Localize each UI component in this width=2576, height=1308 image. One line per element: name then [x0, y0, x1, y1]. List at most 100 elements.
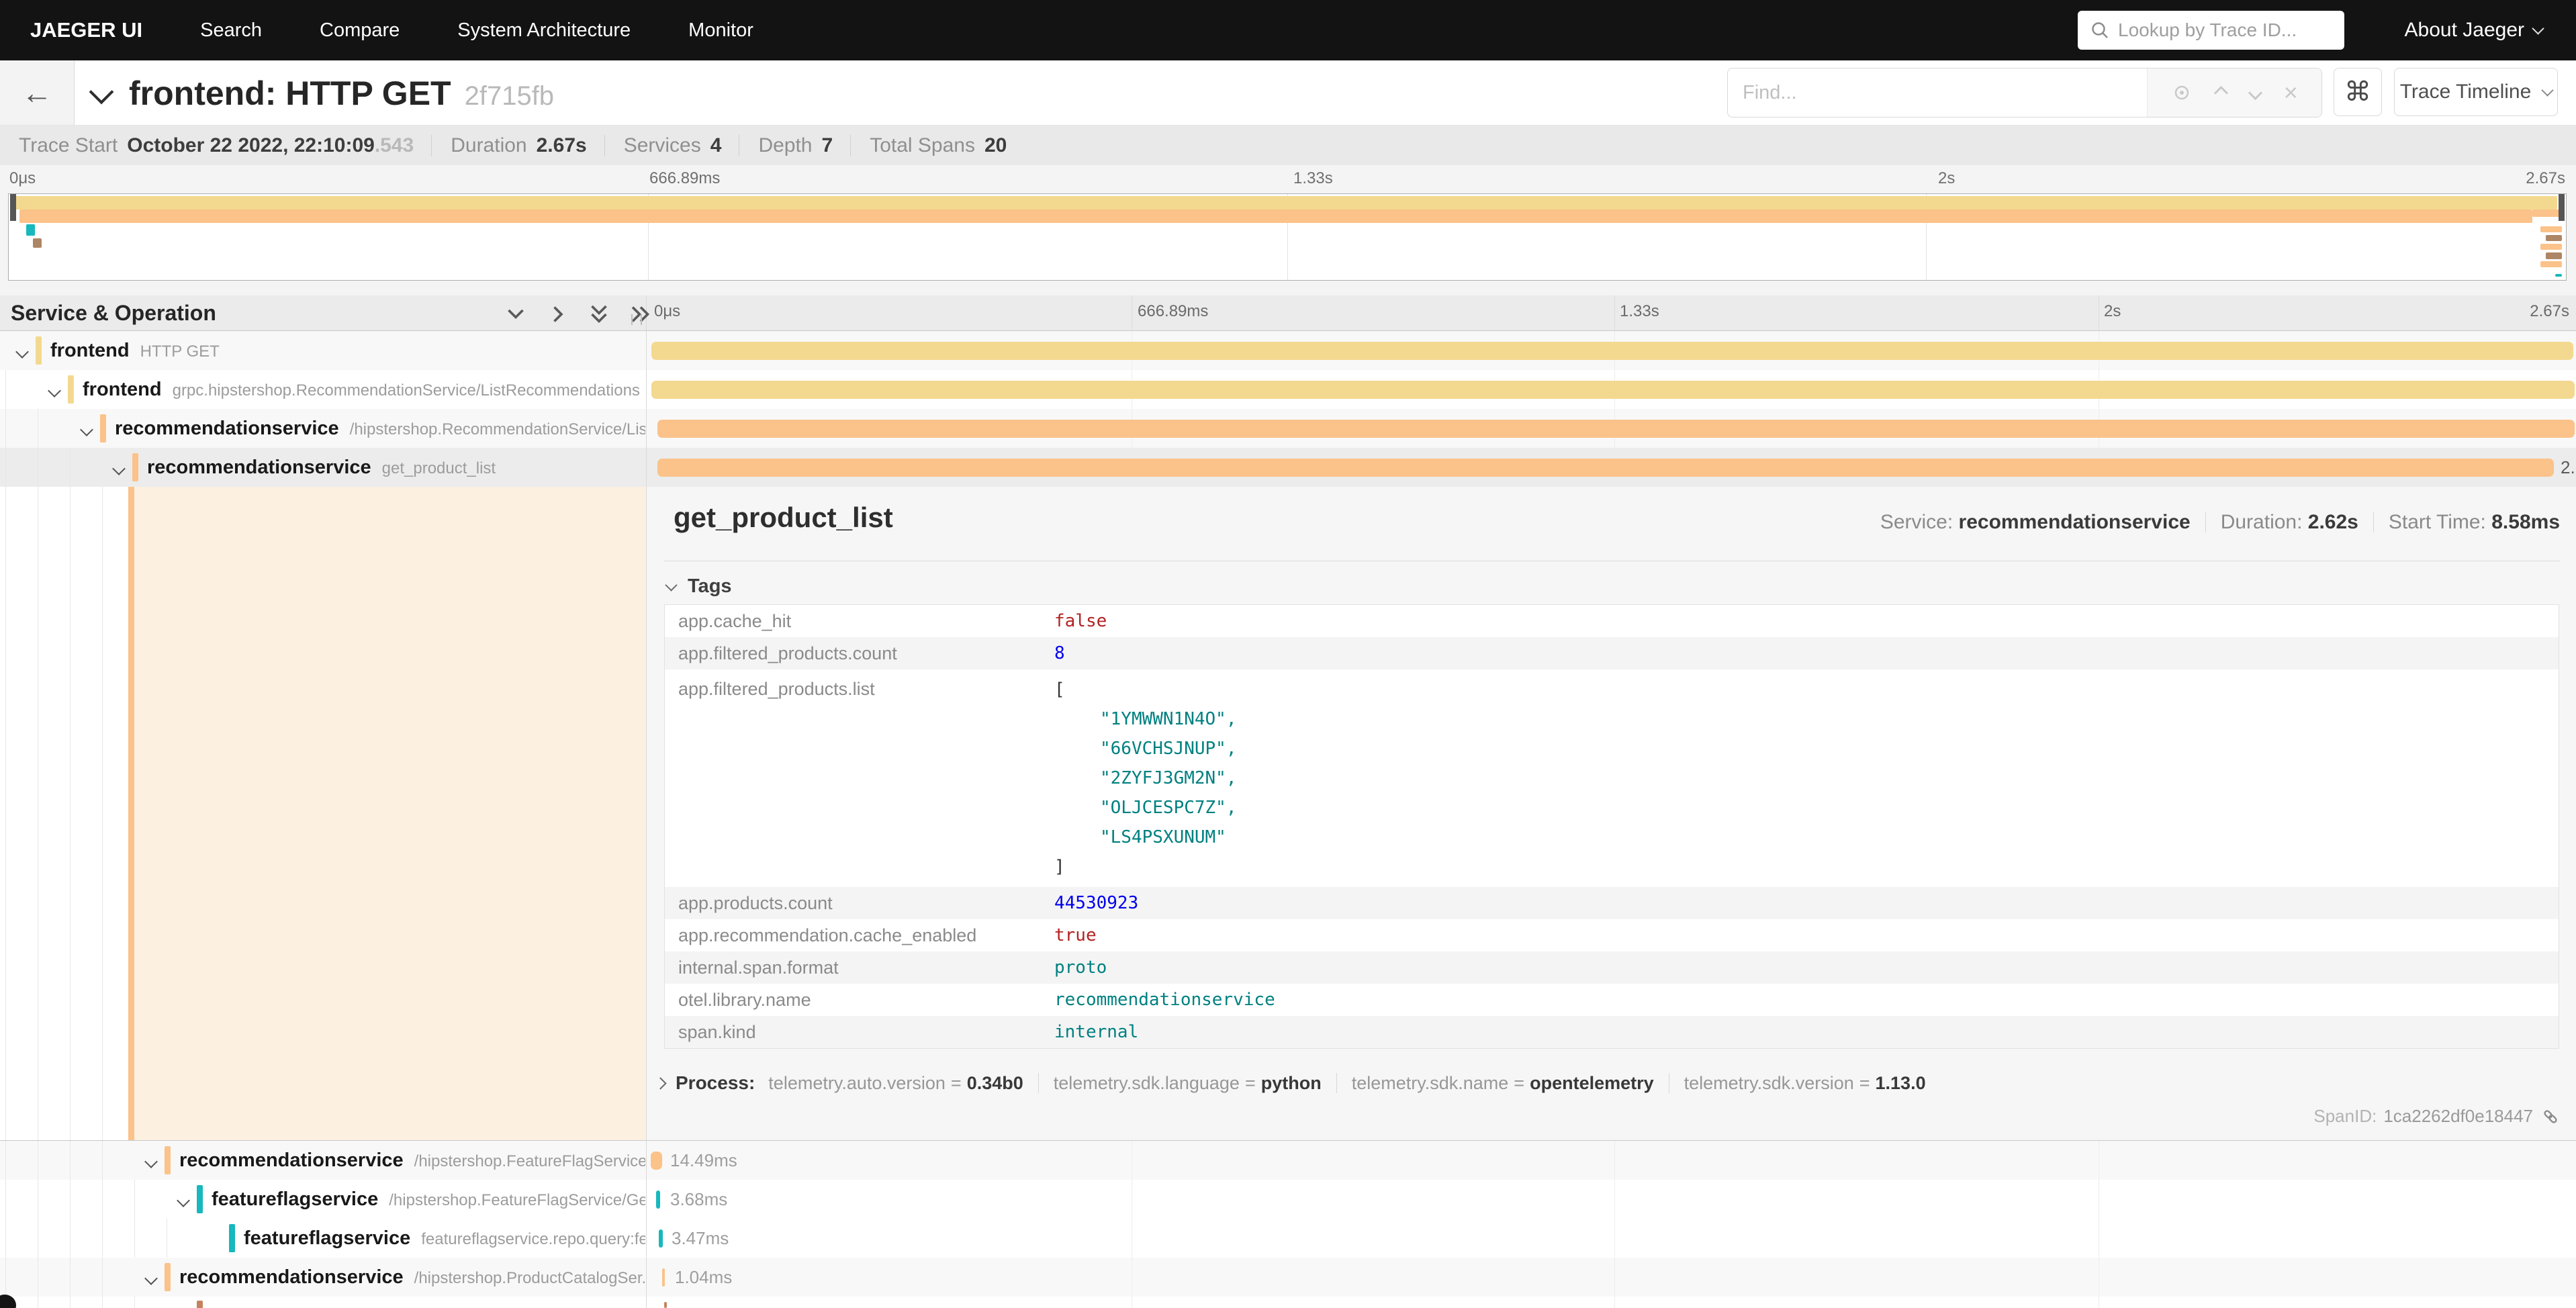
expand-one-icon[interactable] [545, 302, 569, 326]
brand-logo[interactable]: JAEGER UI [30, 18, 142, 42]
find-prev-icon[interactable] [2214, 85, 2228, 99]
back-button[interactable]: ← [0, 60, 75, 125]
service-name: recommendationserviceget_product_list [147, 448, 496, 487]
service-name: featureflagservicefeatureflagservice.rep… [244, 1219, 645, 1258]
span-tree-cell[interactable]: featureflagservice/hipstershop.FeatureFl… [0, 1180, 645, 1219]
timeline-minimap[interactable] [8, 193, 2567, 281]
service-name: recommendationservice/hipstershop.Recomm… [115, 409, 645, 448]
divider [431, 135, 432, 156]
span-tree-cell[interactable]: recommendationservice/hipstershop.Featur… [0, 1141, 645, 1180]
span-tree-cell[interactable]: featureflagservicefeatureflagservice.rep… [0, 1219, 645, 1258]
span-bar[interactable] [651, 381, 2575, 399]
process-section-toggle[interactable]: Process: telemetry.auto.version = 0.34b0… [656, 1072, 1926, 1094]
tag-key: app.filtered_products.list [665, 669, 1054, 700]
trace-view-select[interactable]: Trace Timeline [2394, 68, 2558, 116]
tag-key: app.recommendation.cache_enabled [665, 925, 1054, 946]
minimap-right-scrubber[interactable] [2559, 194, 2565, 221]
chevron-down-icon[interactable] [80, 423, 93, 436]
link-icon[interactable] [2541, 1107, 2560, 1126]
tag-row: app.recommendation.cache_enabled true [665, 919, 2559, 951]
span-tree-cell[interactable]: recommendationservice/hipstershop.Recomm… [0, 409, 645, 448]
span-tree-cell[interactable]: frontendHTTP GET [0, 331, 645, 370]
span-bar[interactable] [657, 420, 2575, 438]
span-tree-cell[interactable]: recommendationservice/hipstershop.Produc… [0, 1258, 645, 1297]
span-row[interactable]: recommendationservice/hipstershop.Featur… [0, 1141, 2576, 1180]
find-clear-icon[interactable]: × [2284, 81, 2298, 105]
span-detail-panel: get_product_list Service: recommendation… [647, 487, 2576, 1140]
list-item: "2ZYFJ3GM2N", [1054, 763, 1237, 793]
span-row[interactable]: recommendationservice/hipstershop.Recomm… [0, 409, 2576, 448]
trace-lookup-input[interactable] [2117, 19, 2334, 42]
span-tree-cell[interactable]: recommendationserviceget_product_list [0, 448, 645, 487]
span-row[interactable]: recommendationservice/hipstershop.Produc… [0, 1258, 2576, 1297]
span-bar[interactable] [662, 1268, 665, 1287]
chevron-down-icon [2542, 84, 2554, 96]
process-value: 1.13.0 [1876, 1073, 1926, 1094]
collapse-trace-chevron-icon[interactable] [89, 80, 114, 105]
span-tree-cell[interactable]: frontendgrpc.hipstershop.RecommendationS… [0, 370, 645, 409]
total-spans-stat: Total Spans 20 [870, 134, 1007, 157]
nav-link-monitor[interactable]: Monitor [688, 19, 753, 42]
find-next-icon[interactable] [2248, 85, 2262, 99]
span-row-partial[interactable] [0, 1297, 2576, 1308]
minimap-tick: 666.89ms [649, 169, 720, 188]
chevron-down-icon[interactable] [177, 1194, 190, 1207]
span-row[interactable]: featureflagservice/hipstershop.FeatureFl… [0, 1180, 2576, 1219]
minimap-left-scrubber[interactable] [10, 194, 16, 221]
timeline-column-header: Service & Operation 0μs 666.89ms 1.33s 2… [0, 295, 2576, 331]
span-bar[interactable] [651, 342, 2573, 360]
column-resize-handle[interactable] [631, 314, 642, 325]
span-row[interactable]: frontendgrpc.hipstershop.RecommendationS… [0, 370, 2576, 409]
nav-link-compare[interactable]: Compare [320, 19, 400, 42]
process-key: telemetry.sdk.version [1684, 1073, 1854, 1094]
minimap-span-bar [2532, 209, 2562, 217]
span-id-label: SpanID: [2313, 1106, 2377, 1127]
process-item: telemetry.sdk.name = opentelemetry [1352, 1073, 1654, 1094]
process-value: opentelemetry [1530, 1073, 1654, 1094]
span-row[interactable]: featureflagservicefeatureflagservice.rep… [0, 1219, 2576, 1258]
chevron-down-icon [2532, 22, 2544, 34]
span-bar[interactable] [656, 1190, 660, 1209]
tags-section-toggle[interactable]: Tags [667, 575, 732, 598]
span-bar[interactable] [659, 1229, 663, 1248]
tag-value: internal [1054, 1022, 1138, 1042]
tag-row: app.filtered_products.count 8 [665, 637, 2559, 669]
selected-span-color-strip [128, 487, 134, 1140]
chevron-right-icon [654, 1077, 666, 1089]
span-bar[interactable] [664, 1302, 667, 1308]
focus-target-icon[interactable] [2171, 82, 2193, 103]
tag-value-list: [ "1YMWWN1N4O", "66VCHSJNUP", "2ZYFJ3GM2… [1054, 669, 1237, 887]
about-jaeger-menu[interactable]: About Jaeger [2405, 0, 2542, 60]
chevron-down-icon[interactable] [15, 345, 29, 359]
tags-table: app.cache_hit false app.filtered_product… [664, 604, 2559, 1049]
span-id-row: SpanID: 1ca2262df0e18447 [2313, 1106, 2560, 1127]
tag-value: recommendationservice [1054, 990, 1275, 1010]
collapse-all-icon[interactable] [587, 302, 611, 326]
minimap-tick: 2s [1938, 169, 1955, 188]
find-controls: × [2147, 68, 2321, 117]
chevron-down-icon[interactable] [144, 1155, 158, 1168]
timeline-minimap-section: 0μs 666.89ms 1.33s 2s 2.67s [0, 165, 2576, 295]
minimap-span-bar [26, 224, 35, 236]
span-bar[interactable] [657, 459, 2554, 477]
find-input[interactable] [1728, 68, 2147, 117]
span-bar[interactable] [651, 1152, 662, 1170]
collapse-one-icon[interactable] [504, 302, 528, 326]
list-item: "LS4PSXUNUM" [1054, 823, 1237, 852]
duration-value: 2.67s [537, 134, 587, 157]
nav-link-search[interactable]: Search [200, 19, 262, 42]
duration-label: Duration: [2221, 511, 2303, 534]
chevron-down-icon[interactable] [48, 384, 61, 398]
span-row[interactable]: frontendHTTP GET [0, 331, 2576, 370]
trace-lookup-box[interactable] [2078, 11, 2344, 50]
start-time-value: 8.58ms [2491, 511, 2560, 534]
tag-key: span.kind [665, 1022, 1054, 1043]
tag-key: app.products.count [665, 893, 1054, 914]
services-label: Services [624, 134, 701, 157]
chevron-down-icon[interactable] [112, 462, 126, 475]
span-row-selected[interactable]: recommendationserviceget_product_list 2.… [0, 448, 2576, 487]
nav-link-system-architecture[interactable]: System Architecture [457, 19, 631, 42]
chevron-down-icon[interactable] [144, 1272, 158, 1285]
keyboard-shortcuts-button[interactable]: ⌘ [2334, 68, 2382, 116]
depth-label: Depth [758, 134, 812, 157]
